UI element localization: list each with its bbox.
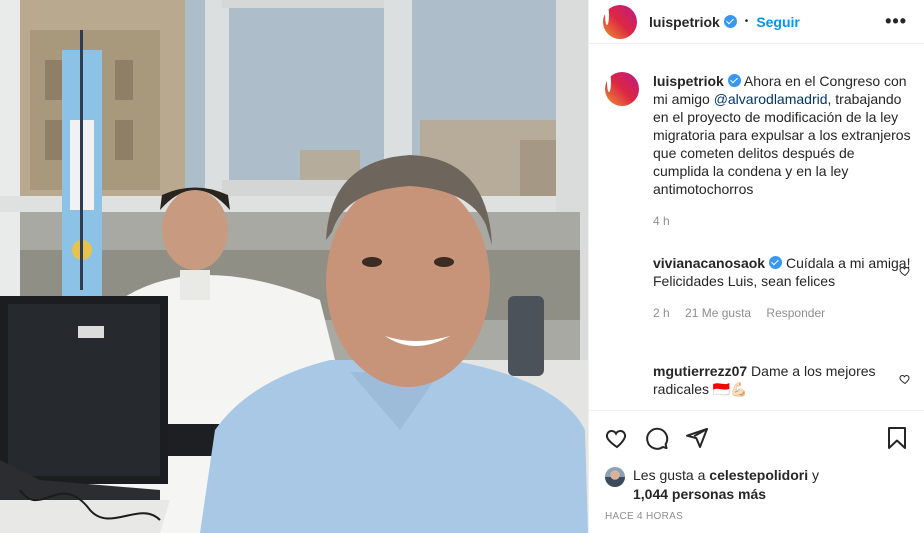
caption-body: luispetriok Ahora en el Congreso con mi … [653,72,913,230]
reply-button[interactable]: Responder [766,306,825,320]
comment-like-heart-icon[interactable] [899,265,911,277]
post-photo[interactable] [0,0,588,533]
share-icon[interactable] [685,426,709,450]
caption-username[interactable]: luispetriok [653,73,724,89]
post-timestamp[interactable]: HACE 4 HORAS [605,511,683,522]
comment-icon[interactable] [645,426,669,450]
comment-likes[interactable]: 21 Me gusta [685,306,751,320]
comment-text: vivianacanosaok Cuídala a mi amiga! [653,254,913,272]
liker-username[interactable]: celestepolidori [709,467,808,483]
comment-body: mgutierrezz07 Dame a los mejores radical… [653,362,913,398]
author-username[interactable]: luispetriok [649,14,720,30]
caption: luispetriok Ahora en el Congreso con mi … [605,72,913,230]
likes-suffix: y [808,467,819,483]
caption-text: luispetriok Ahora en el Congreso con mi … [653,72,913,198]
commenter-avatar[interactable] [605,252,639,288]
likes-others-link[interactable]: 1,044 personas más [633,486,766,502]
caption-mention-link[interactable]: @alvarodlamadrid [714,91,828,107]
comment-time[interactable]: 2 h [653,306,670,320]
avatar-image [605,360,609,380]
comments-list: luispetriok Ahora en el Congreso con mi … [589,60,924,410]
comment-username[interactable]: vivianacanosaok [653,255,765,271]
action-bar [589,410,924,466]
comment-item: mgutierrezz07 Dame a los mejores radical… [605,360,913,398]
separator-dot: • [744,16,749,27]
caption-author-avatar[interactable] [605,72,639,106]
comment-text-line: Cuídala a mi amiga! [785,255,911,271]
comment-username[interactable]: mgutierrezz07 [653,363,747,379]
comment-text: mgutierrezz07 Dame a los mejores radical… [653,362,913,398]
liker-avatar[interactable] [605,467,625,487]
selfie-image [0,0,588,533]
caption-meta: 4 h [653,212,913,230]
bookmark-icon[interactable] [885,426,909,450]
comment-like-heart-icon[interactable] [899,373,911,385]
commenter-avatar[interactable] [605,360,639,396]
likes-prefix: Les gusta a [633,467,710,483]
comment-text-line-2: Felicidades Luis, sean felices [653,273,836,289]
comment-body: vivianacanosaok Cuídala a mi amiga! Feli… [653,254,913,322]
likes-text: Les gusta a celestepolidori y 1,044 pers… [633,466,819,504]
verified-badge-icon [727,74,741,87]
avatar-image [605,4,609,25]
instagram-post-view: luispetriok • Seguir ••• luispetriok Aho… [0,0,924,533]
post-header: luispetriok • Seguir ••• [589,0,924,44]
verified-badge-icon [769,256,783,269]
more-options-icon[interactable]: ••• [885,12,907,30]
follow-button[interactable]: Seguir [756,14,800,30]
heart-icon[interactable] [605,426,629,450]
comment-meta: 2 h 21 Me gusta Responder [653,304,913,322]
post-side-panel: luispetriok • Seguir ••• luispetriok Aho… [588,0,924,533]
verified-badge-icon [723,15,737,28]
avatar-image [605,252,609,272]
avatar-image [607,72,611,92]
likes-summary: Les gusta a celestepolidori y 1,044 pers… [605,466,819,504]
caption-time[interactable]: 4 h [653,214,670,228]
author-avatar[interactable] [603,4,637,39]
comment-item: vivianacanosaok Cuídala a mi amiga! Feli… [605,252,913,322]
